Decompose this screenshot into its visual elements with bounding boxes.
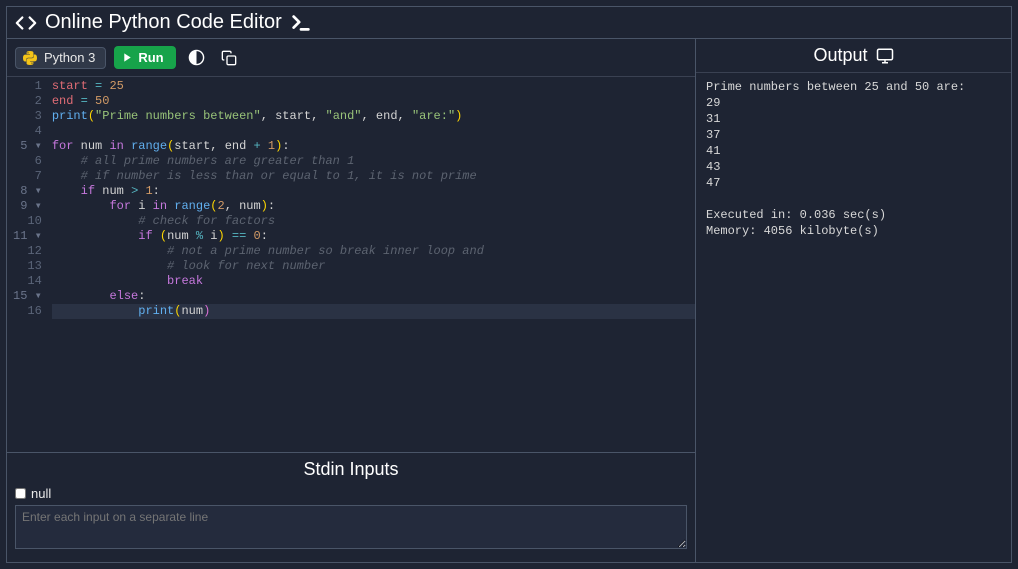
main-area: Python 3 Run 12345 ▾678 ▾9 ▾1011 ▾121314… <box>7 39 1011 562</box>
app-window: Online Python Code Editor Python 3 Run <box>6 6 1012 563</box>
code-line[interactable]: print("Prime numbers between", start, "a… <box>52 109 695 124</box>
copy-icon <box>221 50 237 66</box>
output-stat: Executed in: 0.036 sec(s) <box>706 207 1001 223</box>
language-label: Python 3 <box>44 50 95 65</box>
run-button[interactable]: Run <box>114 46 175 69</box>
code-line[interactable]: if (num % i) == 0: <box>52 229 695 244</box>
code-line[interactable]: # all prime numbers are greater than 1 <box>52 154 695 169</box>
run-label: Run <box>138 50 163 65</box>
output-column: Output Prime numbers between 25 and 50 a… <box>696 39 1011 562</box>
code-line[interactable]: # check for factors <box>52 214 695 229</box>
editor-column: Python 3 Run 12345 ▾678 ▾9 ▾1011 ▾121314… <box>7 39 696 562</box>
output-title-text: Output <box>813 45 867 66</box>
code-line[interactable] <box>52 124 695 139</box>
line-gutter: 12345 ▾678 ▾9 ▾1011 ▾12131415 ▾16 <box>7 77 52 452</box>
code-icon <box>15 12 37 34</box>
output-body: Prime numbers between 25 and 50 are:2931… <box>696 73 1011 562</box>
output-header: Output <box>696 39 1011 73</box>
output-line: 47 <box>706 175 1001 191</box>
code-line[interactable]: # not a prime number so break inner loop… <box>52 244 695 259</box>
output-line: Prime numbers between 25 and 50 are: <box>706 79 1001 95</box>
output-line: 41 <box>706 143 1001 159</box>
code-line[interactable]: end = 50 <box>52 94 695 109</box>
output-line: 31 <box>706 111 1001 127</box>
code-line[interactable]: # if number is less than or equal to 1, … <box>52 169 695 184</box>
terminal-prompt-icon <box>290 12 312 34</box>
code-line[interactable]: break <box>52 274 695 289</box>
code-area[interactable]: start = 25end = 50print("Prime numbers b… <box>52 77 695 452</box>
code-line[interactable]: for num in range(start, end + 1): <box>52 139 695 154</box>
output-line: 29 <box>706 95 1001 111</box>
null-checkbox[interactable] <box>15 488 26 499</box>
stdin-section: Stdin Inputs null <box>7 452 695 562</box>
python-icon <box>22 50 38 66</box>
code-line[interactable]: # look for next number <box>52 259 695 274</box>
page-title: Online Python Code Editor <box>45 11 282 34</box>
code-line[interactable]: for i in range(2, num): <box>52 199 695 214</box>
stdin-textarea[interactable] <box>15 505 687 549</box>
contrast-icon <box>188 49 205 66</box>
toolbar: Python 3 Run <box>7 39 695 77</box>
null-checkbox-row[interactable]: null <box>15 486 687 501</box>
language-selector[interactable]: Python 3 <box>15 47 106 69</box>
stdin-title: Stdin Inputs <box>15 457 687 486</box>
title-bar: Online Python Code Editor <box>7 7 1011 39</box>
code-editor[interactable]: 12345 ▾678 ▾9 ▾1011 ▾12131415 ▾16 start … <box>7 77 695 452</box>
output-line: 43 <box>706 159 1001 175</box>
play-icon <box>122 52 133 63</box>
code-line[interactable]: else: <box>52 289 695 304</box>
null-label: null <box>31 486 51 501</box>
code-line[interactable]: start = 25 <box>52 79 695 94</box>
output-stat: Memory: 4056 kilobyte(s) <box>706 223 1001 239</box>
copy-button[interactable] <box>217 46 241 70</box>
code-line[interactable]: print(num) <box>52 304 695 319</box>
monitor-icon <box>876 47 894 65</box>
theme-toggle-button[interactable] <box>184 45 209 70</box>
output-line: 37 <box>706 127 1001 143</box>
code-line[interactable]: if num > 1: <box>52 184 695 199</box>
